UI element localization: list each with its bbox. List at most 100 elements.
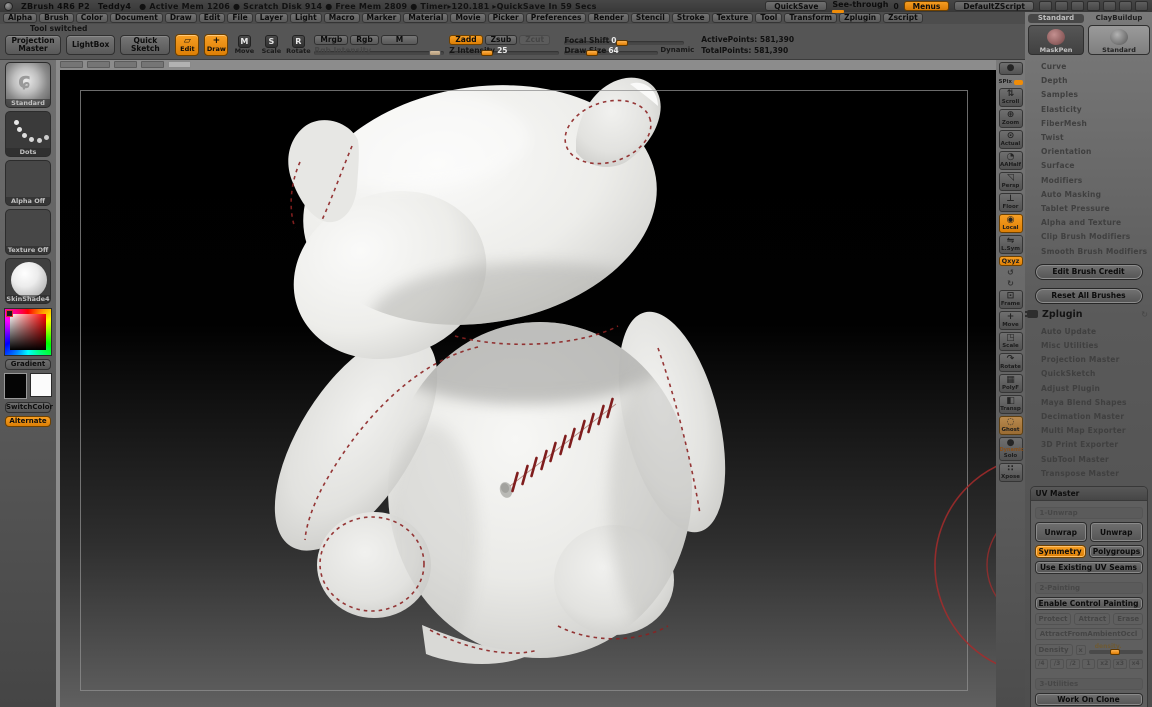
menu-item[interactable]: Transform bbox=[784, 13, 838, 23]
rgb-button[interactable]: Rgb bbox=[350, 35, 379, 45]
alternate-button[interactable]: Alternate bbox=[5, 416, 51, 427]
shelf-button[interactable]: ● Dynamic Solo bbox=[998, 437, 1024, 461]
zcut-button[interactable]: Zcut bbox=[519, 35, 551, 45]
menu-item[interactable]: Light bbox=[290, 13, 322, 23]
shelf-button[interactable]: + Move bbox=[998, 311, 1023, 330]
subpalette-header[interactable]: Twist bbox=[1041, 131, 1152, 145]
quick-sketch-button[interactable]: Quick Sketch bbox=[120, 35, 171, 55]
subpalette-header[interactable]: Elasticity bbox=[1041, 103, 1152, 117]
ratio-button[interactable]: /3 bbox=[1050, 659, 1064, 670]
shelf-button[interactable]: ↺ bbox=[999, 268, 1023, 277]
menu-item[interactable]: Movie bbox=[450, 13, 486, 23]
shelf-button-bpr[interactable]: ● bbox=[998, 62, 1023, 75]
subpalette-header[interactable]: Alpha and Texture bbox=[1041, 216, 1152, 230]
subpalette-header[interactable]: Auto Update bbox=[1041, 325, 1152, 339]
menu-item[interactable]: Marker bbox=[361, 13, 402, 23]
mrgb-button[interactable]: Mrgb bbox=[314, 35, 349, 45]
density-slider[interactable]: density. bbox=[1088, 643, 1143, 656]
unwrap-all-button[interactable]: Unwrap All bbox=[1090, 522, 1143, 554]
scale-mode-button[interactable]: S Scale bbox=[260, 35, 282, 55]
subpalette-header[interactable]: Orientation bbox=[1041, 145, 1152, 159]
window-control-icon-close-icon[interactable] bbox=[1135, 1, 1148, 11]
subpalette-header[interactable]: Modifiers bbox=[1041, 174, 1152, 188]
subpalette-header[interactable]: Tablet Pressure bbox=[1041, 202, 1152, 216]
subpalette-header[interactable]: Decimation Master bbox=[1041, 410, 1152, 424]
gradient-button[interactable]: Gradient bbox=[5, 359, 51, 370]
z-intensity-slider[interactable]: Z Intensity 25 bbox=[449, 46, 560, 56]
sculpt-viewport[interactable] bbox=[60, 70, 996, 707]
subpalette-header[interactable]: Smooth Brush Modifiers bbox=[1041, 245, 1152, 259]
subpalette-header[interactable]: FiberMesh bbox=[1041, 117, 1152, 131]
default-zscript-button[interactable]: DefaultZScript bbox=[954, 1, 1034, 11]
subpalette-header[interactable]: Adjust Plugin bbox=[1041, 382, 1152, 396]
tray-slot[interactable]: Dots bbox=[5, 111, 51, 157]
subpalette-header[interactable]: Surface bbox=[1041, 159, 1152, 173]
subpalette-header[interactable]: 3D Print Exporter bbox=[1041, 438, 1152, 452]
shelf-button[interactable]: ◹ Persp bbox=[998, 172, 1023, 191]
erase-button[interactable]: Erase bbox=[1113, 613, 1144, 626]
menu-item[interactable]: Stroke bbox=[671, 13, 710, 23]
menu-item[interactable]: Document bbox=[109, 13, 163, 23]
main-color-swatch[interactable] bbox=[4, 373, 28, 399]
menu-item[interactable]: Layer bbox=[254, 13, 289, 23]
shelf-button[interactable]: ⊥ Floor bbox=[998, 193, 1023, 212]
subpalette-header[interactable]: Auto Masking bbox=[1041, 188, 1152, 202]
subpalette-header[interactable]: QuickSketch bbox=[1041, 367, 1152, 381]
shelf-button[interactable]: ⇋ L.Sym bbox=[998, 235, 1023, 254]
subpalette-header[interactable]: Clip Brush Modifiers bbox=[1041, 230, 1152, 244]
menu-item[interactable]: Picker bbox=[487, 13, 524, 23]
rotate-mode-button[interactable]: R Rotate bbox=[286, 35, 311, 55]
polygroups-toggle[interactable]: Polygroups bbox=[1088, 545, 1145, 559]
window-control-icon-dock-right-icon[interactable] bbox=[1087, 1, 1100, 11]
ratio-button[interactable]: x3 bbox=[1113, 659, 1127, 670]
see-through-handle[interactable] bbox=[832, 9, 845, 13]
zadd-button[interactable]: Zadd bbox=[449, 35, 483, 45]
menu-item[interactable]: Draw bbox=[164, 13, 197, 23]
ratio-button[interactable]: x2 bbox=[1097, 659, 1112, 670]
menu-item[interactable]: Texture bbox=[711, 13, 754, 23]
shelf-button[interactable]: ▦ PolyF bbox=[998, 374, 1023, 393]
window-control-icon-minimize-icon[interactable] bbox=[1103, 1, 1116, 11]
tray-slot[interactable]: SkinShade4 bbox=[5, 258, 51, 304]
refresh-icon[interactable]: ↻ bbox=[1141, 310, 1148, 319]
window-control-icon-dock-left-icon[interactable] bbox=[1071, 1, 1084, 11]
shelf-button[interactable]: ⊡ Frame bbox=[998, 290, 1023, 309]
ratio-button[interactable]: /2 bbox=[1065, 659, 1080, 670]
subpalette-header[interactable]: Depth bbox=[1041, 74, 1152, 88]
shelf-button[interactable]: ◧ Transp bbox=[998, 395, 1023, 414]
attract-from-ambient-occlusion-button[interactable]: AttractFromAmbientOccl bbox=[1034, 628, 1143, 641]
subpalette-header[interactable]: Maya Blend Shapes bbox=[1041, 396, 1152, 410]
standard-brush-thumb[interactable]: Standard bbox=[1088, 25, 1150, 55]
color-picker[interactable] bbox=[4, 308, 52, 356]
switch-color-button[interactable]: SwitchColor bbox=[5, 402, 53, 413]
menu-item[interactable]: File bbox=[227, 13, 253, 23]
uv-master-title[interactable]: UV Master bbox=[1030, 487, 1147, 502]
window-control-icon-scroll-left-icon[interactable] bbox=[1039, 1, 1052, 11]
tray-slot[interactable]: Standard bbox=[5, 62, 51, 108]
focal-shift-slider[interactable]: Focal Shift 0 bbox=[564, 36, 685, 46]
shelf-button[interactable]: Qxyz bbox=[998, 256, 1023, 266]
subpalette-header[interactable]: Transpose Master bbox=[1041, 467, 1152, 481]
projection-master-button[interactable]: Projection Master bbox=[5, 35, 61, 55]
subpalette-header[interactable]: Misc Utilities bbox=[1041, 339, 1152, 353]
tray-slot[interactable]: Alpha Off bbox=[5, 160, 51, 206]
shelf-button[interactable]: ⊕ Zoom bbox=[998, 109, 1023, 128]
see-through-slider[interactable]: See-through bbox=[832, 0, 888, 13]
ratio-button[interactable]: x4 bbox=[1128, 659, 1143, 670]
shelf-button[interactable]: SPix bbox=[999, 77, 1023, 86]
zplugin-palette-header[interactable]: Zplugin ↻ bbox=[1023, 303, 1152, 322]
shelf-button[interactable]: ∷ Xpose bbox=[998, 463, 1023, 482]
menus-button[interactable]: Menus bbox=[903, 1, 950, 11]
secondary-color-swatch[interactable] bbox=[30, 373, 52, 397]
subpalette-header[interactable]: Multi Map Exporter bbox=[1041, 424, 1152, 438]
menu-item[interactable]: Color bbox=[75, 13, 108, 23]
shelf-button[interactable]: ⇅ Scroll bbox=[998, 88, 1023, 107]
maskpen-brush-thumb[interactable]: MaskPen bbox=[1028, 25, 1084, 55]
subpalette-header[interactable]: Projection Master bbox=[1041, 353, 1152, 367]
ratio-button[interactable]: /4 bbox=[1034, 659, 1049, 670]
shelf-button[interactable]: ◌ Ghost bbox=[998, 416, 1023, 435]
menu-item[interactable]: Tool bbox=[755, 13, 783, 23]
rgb-intensity-slider[interactable]: Rgb Intensity bbox=[314, 46, 445, 56]
window-control-icon-restore-icon[interactable] bbox=[1119, 1, 1132, 11]
tray-slot[interactable]: Texture Off bbox=[5, 209, 51, 255]
